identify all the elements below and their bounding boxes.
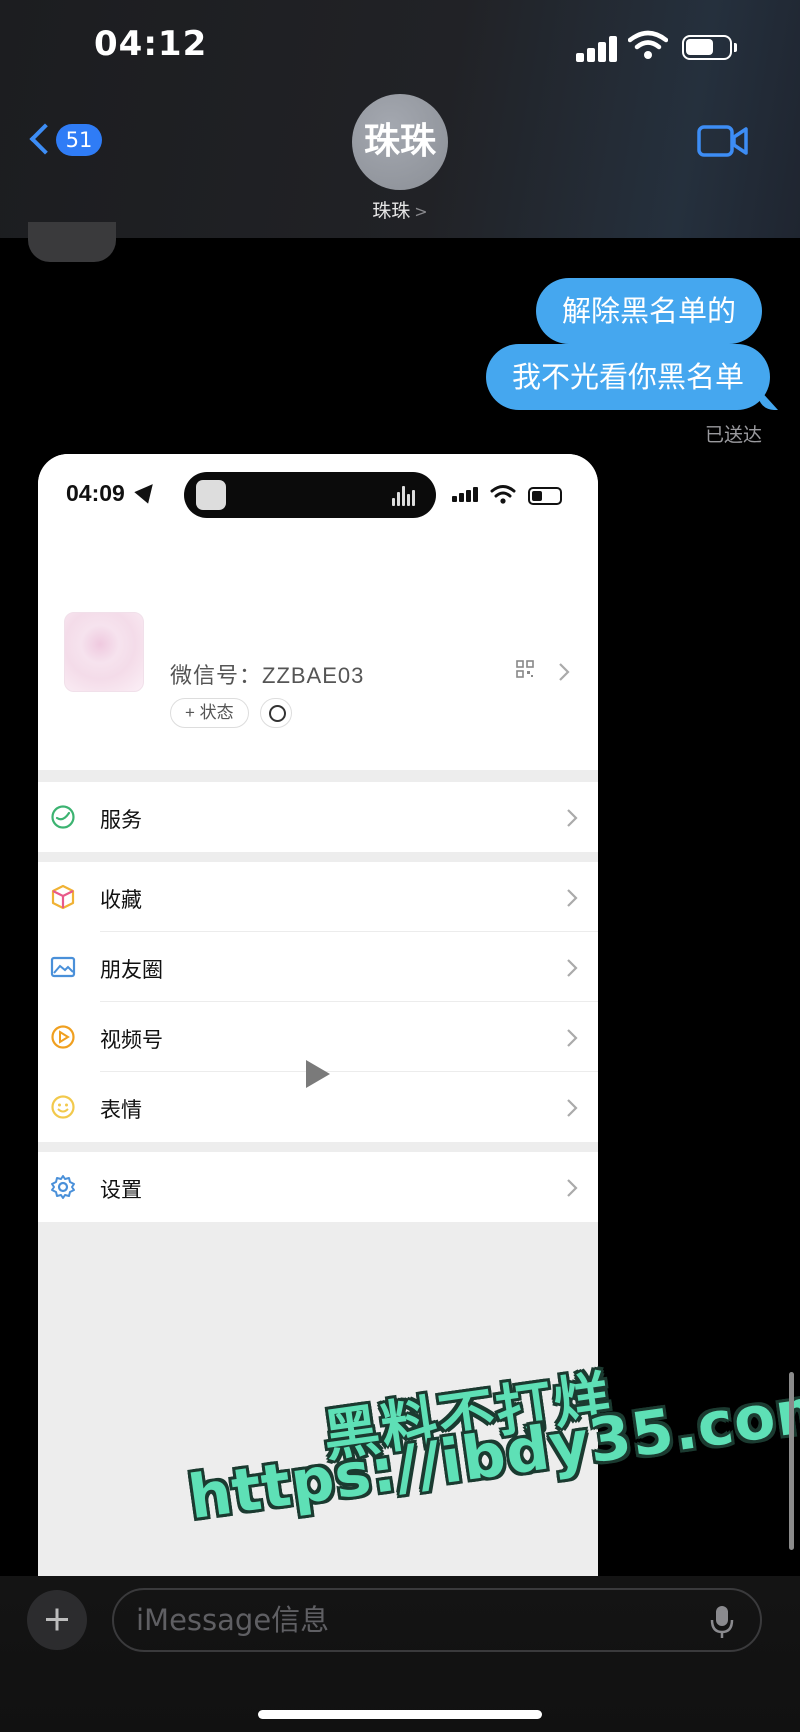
embedded-status-time: 04:09 <box>66 480 125 506</box>
wifi-icon <box>628 30 668 59</box>
play-icon[interactable] <box>306 1060 330 1088</box>
menu-group-service: 服务 <box>38 782 598 852</box>
received-message-bubble-partial <box>28 222 116 262</box>
menu-item-favorites: 收藏 <box>38 862 598 932</box>
sent-message-bubble[interactable]: 我不光看你黑名单 <box>485 344 770 410</box>
embedded-wifi-icon <box>490 485 516 504</box>
unread-count-badge: 51 <box>56 124 102 156</box>
sent-message-bubble[interactable]: 解除黑名单的 <box>535 278 762 344</box>
add-attachment-button[interactable] <box>27 1590 87 1650</box>
delivered-status: 已送达 <box>704 424 762 446</box>
chevron-right-icon <box>567 1179 578 1197</box>
microphone-icon[interactable] <box>710 1604 734 1640</box>
menu-item-label: 设置 <box>100 1179 142 1202</box>
scrollbar[interactable] <box>789 1372 794 1550</box>
sticker-icon <box>51 1095 75 1119</box>
embedded-signal-icon <box>452 486 478 502</box>
favorites-icon <box>51 884 75 910</box>
menu-group-main: 收藏 朋友圈 视频号 表情 <box>38 862 598 1142</box>
chevron-right-icon <box>567 959 578 977</box>
channels-icon <box>51 1025 75 1049</box>
chevron-right-icon <box>567 809 578 827</box>
contact-avatar[interactable]: 珠珠 <box>352 94 448 190</box>
chevron-right-icon <box>567 1099 578 1117</box>
dynamic-island <box>184 472 436 518</box>
message-input[interactable] <box>112 1588 762 1652</box>
wechat-id: 微信号：ZZBAE03 <box>170 663 365 688</box>
home-indicator <box>258 1710 542 1719</box>
menu-item-settings: 设置 <box>38 1152 598 1222</box>
menu-group-settings: 设置 <box>38 1152 598 1222</box>
menu-item-label: 表情 <box>100 1099 142 1122</box>
menu-item-label: 收藏 <box>100 889 142 912</box>
settings-icon <box>51 1175 75 1199</box>
contact-name-link[interactable]: 珠珠 > <box>0 196 800 223</box>
embedded-battery-icon <box>528 487 562 505</box>
add-status-button: + 状态 <box>170 698 249 728</box>
battery-icon <box>682 35 737 60</box>
cellular-signal-icon <box>576 34 618 62</box>
qr-code-icon <box>516 660 534 678</box>
menu-item-service: 服务 <box>38 782 598 852</box>
audio-wave-icon <box>392 486 418 506</box>
chevron-right-icon <box>567 1029 578 1047</box>
video-call-icon[interactable] <box>697 124 749 158</box>
chevron-right-icon <box>567 889 578 907</box>
status-time: 04:12 <box>94 24 208 64</box>
chevron-right-icon <box>559 663 570 681</box>
profile-avatar <box>64 612 144 692</box>
menu-item-label: 视频号 <box>100 1029 163 1052</box>
contact-name: 珠珠 <box>372 200 411 222</box>
status-circle-icon <box>260 698 292 728</box>
chevron-right-icon: > <box>414 202 428 221</box>
menu-item-label: 服务 <box>100 809 142 832</box>
moments-icon <box>50 956 76 978</box>
back-button[interactable]: 51 <box>28 118 108 164</box>
service-icon <box>51 805 75 829</box>
island-thumbnail <box>196 480 226 510</box>
menu-item-moments: 朋友圈 <box>38 932 598 1002</box>
menu-item-label: 朋友圈 <box>100 959 163 982</box>
